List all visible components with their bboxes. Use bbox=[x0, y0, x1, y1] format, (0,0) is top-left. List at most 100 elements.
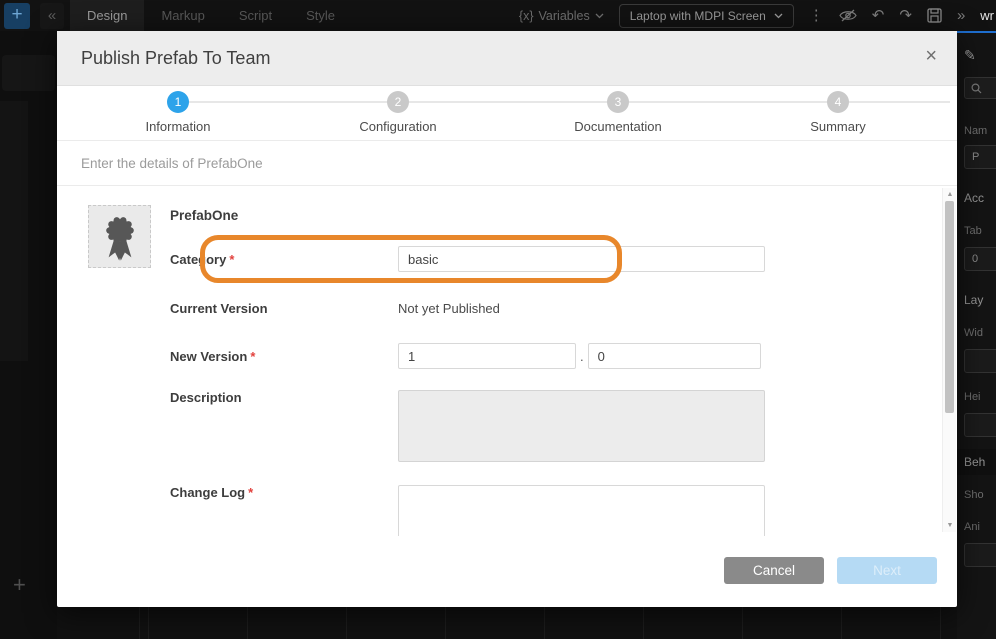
pencil-icon[interactable]: ✎ bbox=[964, 47, 976, 64]
category-input[interactable] bbox=[398, 246, 765, 272]
animation-property-input[interactable] bbox=[964, 543, 996, 567]
eye-off-icon[interactable] bbox=[839, 9, 857, 22]
expand-panel-icon[interactable]: » bbox=[957, 0, 965, 31]
publish-prefab-dialog: Publish Prefab To Team × 1 Information 2… bbox=[57, 31, 957, 607]
step-configuration[interactable]: 2 Configuration bbox=[318, 91, 478, 134]
tabindex-property-input[interactable]: 0 bbox=[964, 247, 996, 271]
collapse-panel-icon[interactable]: « bbox=[40, 3, 64, 29]
scroll-down-icon[interactable]: ▼ bbox=[943, 522, 957, 529]
step-label: Documentation bbox=[538, 119, 698, 134]
prefab-name-heading: PrefabOne bbox=[170, 208, 238, 223]
new-version-row: New Version* . bbox=[170, 343, 761, 369]
accessibility-section-header[interactable]: Acc bbox=[964, 191, 984, 205]
description-row: Description bbox=[170, 390, 765, 462]
property-search-input[interactable] bbox=[964, 77, 996, 99]
rail-panel-block bbox=[0, 101, 28, 361]
tab-style[interactable]: Style bbox=[289, 0, 352, 31]
step-label: Summary bbox=[758, 119, 918, 134]
current-version-row: Current Version Not yet Published bbox=[170, 298, 500, 318]
description-textarea bbox=[398, 390, 765, 462]
design-canvas-grid bbox=[57, 607, 957, 639]
add-page-icon[interactable]: + bbox=[13, 572, 26, 598]
undo-icon[interactable]: ↶ bbox=[872, 0, 885, 31]
dialog-header: Publish Prefab To Team × bbox=[57, 31, 957, 86]
close-icon[interactable]: × bbox=[925, 45, 937, 68]
step-number-badge: 2 bbox=[387, 91, 409, 113]
redo-icon[interactable]: ↷ bbox=[899, 0, 912, 31]
change-log-row: Change Log* bbox=[170, 485, 765, 536]
current-version-value: Not yet Published bbox=[398, 301, 500, 316]
change-log-label: Change Log* bbox=[170, 485, 398, 500]
rail-panel-block bbox=[2, 55, 55, 91]
step-information[interactable]: 1 Information bbox=[98, 91, 258, 134]
category-label-text: Category bbox=[170, 252, 226, 267]
required-marker: * bbox=[248, 485, 253, 500]
variables-dropdown[interactable]: {x} Variables bbox=[519, 9, 604, 23]
category-label: Category* bbox=[170, 252, 398, 267]
toolbar-right-cluster: {x} Variables Laptop with MDPI Screen ⋮ … bbox=[519, 0, 996, 31]
prefab-icon-box bbox=[88, 205, 151, 268]
step-label: Information bbox=[98, 119, 258, 134]
step-number-badge: 4 bbox=[827, 91, 849, 113]
dialog-footer: Cancel Next bbox=[57, 536, 957, 605]
animation-property-label: Ani bbox=[964, 521, 980, 533]
device-selector[interactable]: Laptop with MDPI Screen bbox=[619, 4, 794, 28]
description-label: Description bbox=[170, 390, 398, 405]
editor-tabs: Design Markup Script Style bbox=[70, 0, 352, 31]
app-screen: + « Design Markup Script Style {x} Varia… bbox=[0, 0, 996, 639]
search-icon bbox=[971, 83, 982, 94]
show-property-label: Sho bbox=[964, 489, 984, 501]
scrollbar-thumb[interactable] bbox=[945, 201, 954, 413]
dialog-subtitle: Enter the details of PrefabOne bbox=[57, 141, 957, 186]
device-selector-value: Laptop with MDPI Screen bbox=[630, 9, 766, 23]
required-marker: * bbox=[229, 252, 234, 267]
tab-markup[interactable]: Markup bbox=[144, 0, 221, 31]
behavior-section-header[interactable]: Beh bbox=[964, 455, 985, 469]
variables-label: Variables bbox=[539, 9, 590, 23]
name-property-label: Nam bbox=[964, 125, 987, 137]
change-log-label-text: Change Log bbox=[170, 485, 245, 500]
step-label: Configuration bbox=[318, 119, 478, 134]
next-button[interactable]: Next bbox=[837, 557, 937, 584]
scroll-up-icon[interactable]: ▲ bbox=[943, 191, 957, 198]
version-major-input[interactable] bbox=[398, 343, 576, 369]
variables-icon: {x} bbox=[519, 9, 534, 23]
required-marker: * bbox=[250, 349, 255, 364]
new-version-label: New Version* bbox=[170, 349, 398, 364]
step-number-badge: 1 bbox=[167, 91, 189, 113]
category-row: Category* bbox=[170, 246, 765, 272]
width-property-label: Wid bbox=[964, 327, 983, 339]
save-icon[interactable] bbox=[927, 8, 942, 23]
tab-design[interactable]: Design bbox=[70, 0, 144, 31]
tabindex-property-label: Tab bbox=[964, 225, 982, 237]
dialog-form-body: PrefabOne Category* Current Version Not … bbox=[57, 186, 957, 536]
height-property-label: Hei bbox=[964, 391, 981, 403]
version-minor-input[interactable] bbox=[588, 343, 761, 369]
change-log-textarea[interactable] bbox=[398, 485, 765, 536]
height-property-input[interactable] bbox=[964, 413, 996, 437]
name-property-input[interactable]: P bbox=[964, 145, 996, 169]
step-documentation[interactable]: 3 Documentation bbox=[538, 91, 698, 134]
dialog-scrollbar[interactable]: ▲ ▼ bbox=[942, 188, 956, 532]
version-separator: . bbox=[580, 349, 584, 364]
step-summary[interactable]: 4 Summary bbox=[758, 91, 918, 134]
properties-panel-edge: ✎ Nam P Acc Tab 0 Lay Wid Hei Beh Sho An… bbox=[957, 31, 996, 639]
tab-script[interactable]: Script bbox=[222, 0, 289, 31]
canvas-guide-line bbox=[957, 31, 996, 33]
rosette-badge-icon bbox=[94, 211, 146, 263]
dialog-title: Publish Prefab To Team bbox=[81, 48, 270, 69]
layout-section-header[interactable]: Lay bbox=[964, 293, 983, 307]
wizard-stepper: 1 Information 2 Configuration 3 Document… bbox=[57, 86, 957, 141]
left-rail: + bbox=[0, 31, 57, 639]
chevron-down-icon bbox=[774, 13, 783, 19]
cancel-button[interactable]: Cancel bbox=[724, 557, 824, 584]
toolbar-clipped-text: wr bbox=[980, 8, 996, 23]
add-widget-icon[interactable]: + bbox=[4, 3, 30, 29]
kebab-menu-icon[interactable]: ⋮ bbox=[809, 0, 824, 31]
current-version-label: Current Version bbox=[170, 301, 398, 316]
width-property-input[interactable] bbox=[964, 349, 996, 373]
step-number-badge: 3 bbox=[607, 91, 629, 113]
top-toolbar: + « Design Markup Script Style {x} Varia… bbox=[0, 0, 996, 31]
chevron-down-icon bbox=[595, 13, 604, 19]
new-version-label-text: New Version bbox=[170, 349, 247, 364]
